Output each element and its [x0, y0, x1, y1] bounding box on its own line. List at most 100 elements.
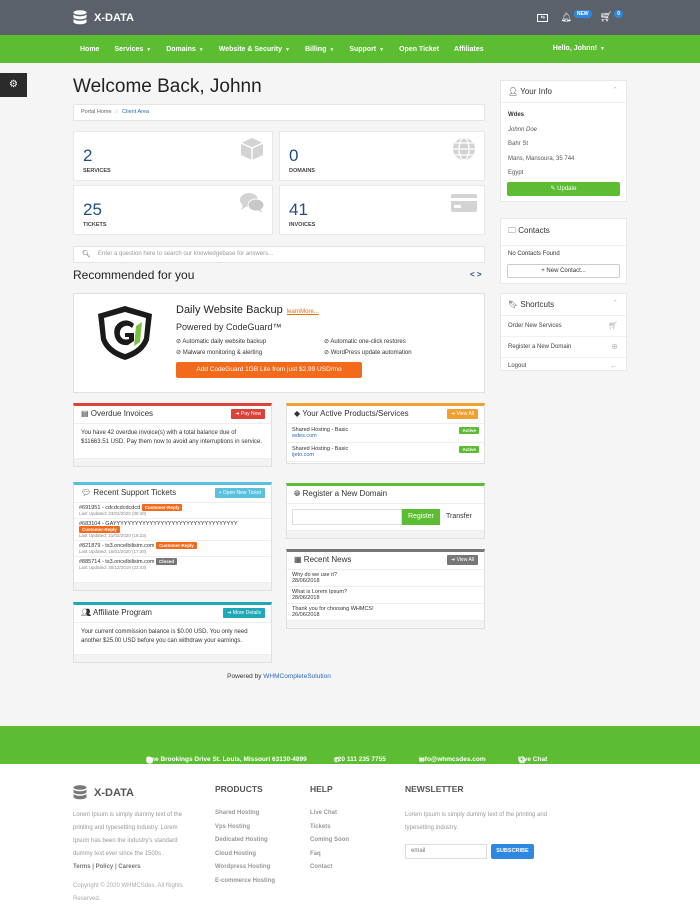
open-new-ticket-button[interactable]: + Open New Ticket [214, 488, 265, 498]
news-item[interactable]: Why do we use it? 28/06/2018 [287, 570, 484, 587]
footer-logo[interactable]: X-DATA [73, 785, 134, 800]
ticket-row[interactable]: #683104 - GAYYYYYYYYYYYYYYYYYYYYYYYYYYYY… [74, 519, 271, 541]
learn-more-link[interactable]: learnMore... [287, 309, 319, 315]
nav-support[interactable]: Support ▼ [349, 46, 384, 53]
panel-title: Affiliate Program [92, 608, 152, 617]
nav-domains[interactable]: Domains ▼ [166, 46, 204, 53]
shortcut-logout[interactable]: Logout ← [501, 358, 626, 374]
news-date: 28/06/2018 [292, 578, 320, 584]
product-domain[interactable]: wdes.com [292, 433, 317, 439]
no-contacts-text: No Contacts Found [508, 251, 560, 257]
nav-affiliates[interactable]: Affiliates [454, 46, 484, 53]
footer-help-link[interactable]: Coming Soon [310, 837, 349, 843]
feature-item: ⊘ Malware monitoring & alerting [176, 350, 263, 356]
nav-home[interactable]: Home [80, 46, 99, 53]
footer-products-link[interactable]: Cloud Hosting [215, 851, 256, 857]
gear-icon[interactable]: ⚙ [0, 73, 27, 97]
footer-help-link[interactable]: Faq [310, 851, 321, 857]
add-codeguard-button[interactable]: Add CodeGuard 1GB Lite from just $2.99 U… [176, 362, 362, 378]
nav-website-security[interactable]: Website & Security ▼ [219, 46, 290, 53]
footer-products-link[interactable]: Wordpress Hosting [215, 864, 270, 870]
support-tickets-panel: 💬︎ Recent Support Tickets + Open New Tic… [73, 482, 272, 591]
invoice-icon: ▤ [81, 409, 89, 418]
ticket-row[interactable]: #885714 - ts3.oncelbilisim.com Closed Las… [74, 557, 271, 571]
footer-products-link[interactable]: E-commerce Hosting [215, 878, 275, 884]
footer-products-link[interactable]: Shared Hosting [215, 810, 259, 816]
panel-header: ▦ Recent News ➔ View All [287, 552, 484, 570]
footer-products-link[interactable]: Dedicated Hosting [215, 837, 268, 843]
news-item[interactable]: What is Lorem Ipsum? 28/06/2018 [287, 587, 484, 604]
news-date: 28/06/2018 [292, 595, 320, 601]
policy-link[interactable]: Policy [96, 864, 114, 870]
shortcut-register-domain[interactable]: Register a New Domain ⊕ [501, 337, 626, 358]
affiliate-text: Your current commission balance is $0.00… [81, 629, 248, 644]
panel-title: Contacts [518, 226, 550, 235]
promo-subtitle: Powered by CodeGuard™ [176, 322, 282, 332]
product-domain[interactable]: ijeto.com [292, 452, 314, 458]
nav-billing[interactable]: Billing ▼ [305, 46, 334, 53]
stat-value: 41 [289, 200, 308, 219]
footer-products-link[interactable]: Vps Hosting [215, 824, 250, 830]
panel-footer [287, 530, 484, 538]
user-menu[interactable]: Hello, Johnn! ▼ [553, 45, 605, 52]
shortcut-order-services[interactable]: Order New Services 🛒︎ [501, 316, 626, 337]
stat-tickets[interactable]: 25 TICKETS [73, 185, 273, 235]
bookmark-icon: 🔖︎ [508, 300, 519, 309]
stat-domains[interactable]: 0 DOMAINS [279, 131, 485, 181]
register-button[interactable]: Register [402, 509, 440, 525]
terms-link[interactable]: Terms [73, 864, 91, 870]
contacts-panel: 🗀 Contacts No Contacts Found + New Conta… [500, 218, 627, 284]
chevron-up-icon[interactable]: ⌃ [612, 299, 618, 307]
ticket-row[interactable]: #821879 - ts3.oncelbilisim.com Customer-… [74, 541, 271, 557]
more-details-button[interactable]: ➔ More Details [223, 608, 265, 618]
stat-invoices[interactable]: 41 INVOICES [279, 185, 485, 235]
chevron-right-icon[interactable]: > [477, 270, 482, 279]
subscribe-button[interactable]: SUBSCRIBE [491, 844, 534, 859]
chevron-down-icon: ▼ [379, 46, 385, 53]
chevron-left-icon[interactable]: < [470, 270, 475, 279]
kb-search-input[interactable]: 🔍︎ Enter a question here to search our k… [73, 246, 485, 263]
powered-prefix: Powered by [227, 673, 264, 680]
view-all-products-button[interactable]: ➔ View All [446, 409, 478, 419]
panel-footer [74, 458, 271, 466]
view-all-news-button[interactable]: ➔ View All [446, 555, 478, 565]
status-badge: Active [459, 446, 479, 453]
panel-title: Your Info [520, 87, 552, 96]
transfer-button[interactable]: Transfer [446, 513, 472, 520]
new-contact-button[interactable]: + New Contact... [507, 264, 620, 278]
breadcrumb-home[interactable]: Portal Home [81, 109, 112, 115]
language-icon[interactable]: ⇆ [537, 13, 549, 22]
update-button[interactable]: ✎ Update [507, 182, 620, 196]
bell-icon[interactable]: 🔔︎ [560, 12, 571, 23]
nav-open-ticket[interactable]: Open Ticket [399, 46, 439, 53]
footer-help-link[interactable]: Tickets [310, 824, 331, 830]
powered-link[interactable]: WHMCompleteSolution [263, 673, 331, 680]
cart-icon[interactable]: 🛒︎ [600, 12, 613, 23]
chevron-up-icon[interactable]: ⌃ [612, 86, 618, 94]
newsletter-email-input[interactable]: email [405, 844, 487, 859]
domain-search-input[interactable] [292, 509, 402, 525]
panel-footer [74, 654, 271, 662]
new-contact-label: New Contact... [546, 268, 586, 274]
brand-logo[interactable]: X-DATA [73, 10, 134, 25]
footer-help-link[interactable]: Contact [310, 864, 332, 870]
pay-now-label: Pay Now [240, 410, 261, 417]
pencil-icon: ✎ [550, 186, 556, 192]
ticket-row[interactable]: #691951 - cdcdcdcdcdcd Customer-Reply Las… [74, 503, 271, 519]
stat-services[interactable]: 2 SERVICES [73, 131, 273, 181]
ticket-updated: Last Updated: 16/01/2020 (17:28) [79, 549, 147, 554]
breadcrumb: Portal Home / Client Area [73, 104, 485, 121]
product-row[interactable]: Shared Hosting - Basic wdes.com Active [287, 424, 484, 443]
careers-link[interactable]: Careers [118, 864, 140, 870]
nav-label: Open Ticket [399, 45, 440, 53]
pay-now-button[interactable]: ➔ Pay Now [231, 409, 265, 419]
breadcrumb-current[interactable]: Client Area [122, 109, 149, 115]
nav-services[interactable]: Services ▼ [114, 46, 151, 53]
nav-label: Home [80, 45, 100, 53]
ticket-updated: Last Updated: 21/02/2020 (16:23) [79, 533, 147, 538]
news-item[interactable]: Thank you for choosing WHMCS! 26/06/2018 [287, 604, 484, 620]
product-row[interactable]: Shared Hosting - Basic ijeto.com Active [287, 443, 484, 462]
database-icon [73, 10, 87, 25]
promo-title: Daily Website Backup learnMore... [176, 304, 319, 316]
footer-help-link[interactable]: Live Chat [310, 810, 337, 816]
